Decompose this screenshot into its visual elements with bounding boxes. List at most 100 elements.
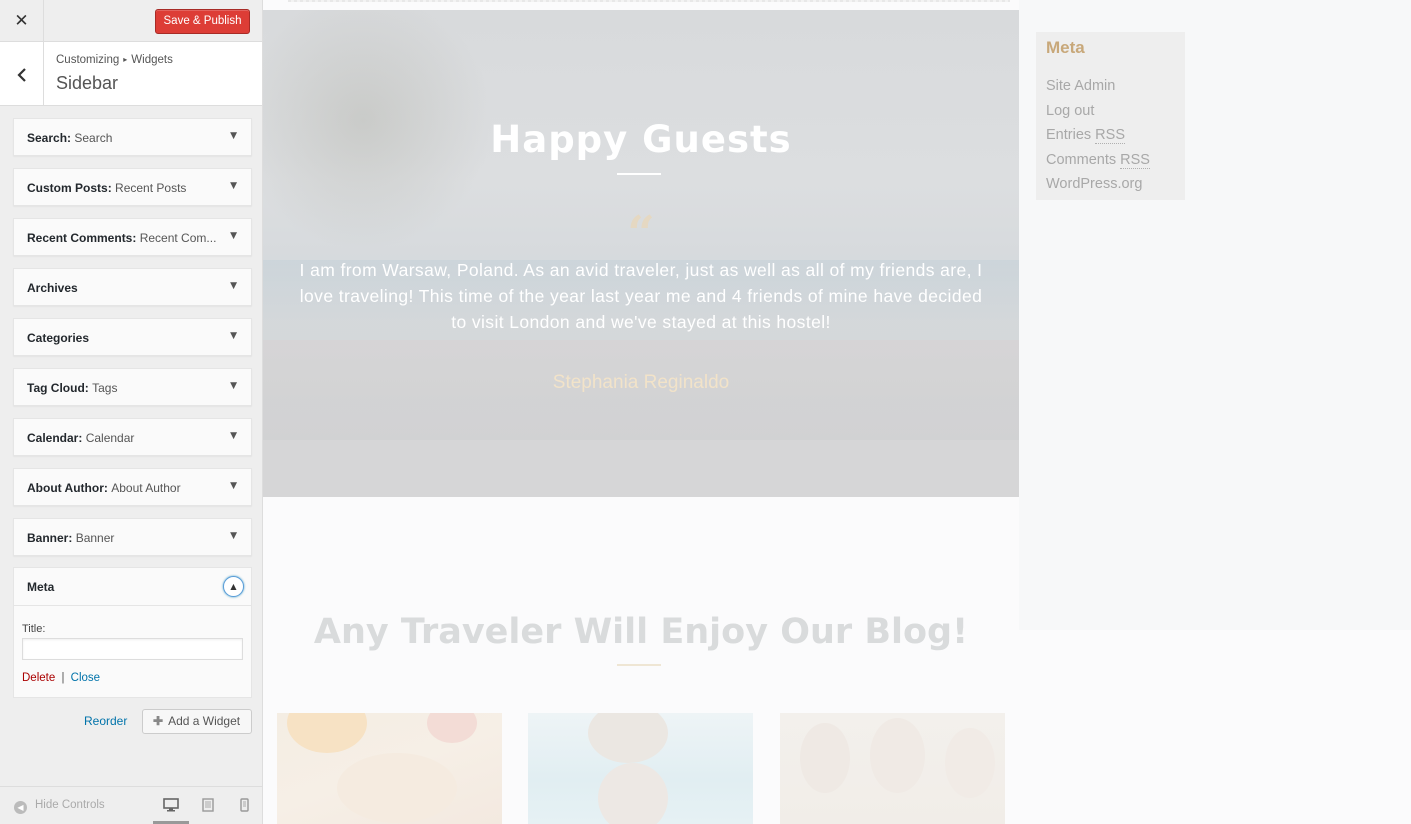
widget-instance-title: Recent Posts [115,181,187,195]
expand-arrow-icon[interactable]: ▼ [230,231,237,241]
add-widget-label: Add a Widget [168,714,241,728]
widget-tag-cloud[interactable]: Tag Cloud: Tags ▼ [13,368,252,406]
meta-links-list: Site Admin Log out Entries RSS Comments RSS… [1046,74,1150,197]
widget-title-colon: : [78,431,86,445]
meta-link-text: Entries [1046,127,1096,143]
collapse-arrow-icon[interactable]: ▲ [223,576,244,597]
widget-type: Custom Posts [27,181,108,195]
widget-categories[interactable]: Categories ▼ [13,318,252,356]
widget-title: Custom Posts: Recent Posts [27,181,186,195]
hide-controls-button[interactable]: ◀ Hide Controls [14,799,105,814]
meta-widget-heading: Meta [1046,38,1085,57]
widget-instance-title: Recent Com... [139,231,217,245]
expand-arrow-icon[interactable]: ▼ [230,131,237,141]
widget-banner[interactable]: Banner: Banner ▼ [13,518,252,556]
widget-title: Calendar: Calendar [27,431,134,445]
widget-search[interactable]: Search: Search ▼ [13,118,252,156]
widget-calendar[interactable]: Calendar: Calendar ▼ [13,418,252,456]
close-link[interactable]: Close [71,672,100,684]
blog-thumbnail-friends[interactable] [780,713,1005,824]
widget-title-colon: : [107,181,116,195]
widget-meta-expanded: Meta ▲ Title: Delete | Close [13,567,252,698]
desktop-preview-icon[interactable] [161,797,181,815]
background-floor [263,440,1019,497]
customizer-controls: ✕ Save & Publish Customizing ▸ Widgets Sid… [0,0,263,824]
widget-title: Categories [27,331,89,345]
widget-type: Recent Comments [27,231,133,245]
testimonials-title: Happy Guests [490,118,792,161]
section-title: Sidebar [56,73,119,93]
widget-type: Search [27,131,68,145]
widget-title: Search: Search [27,131,112,145]
widget-about-author[interactable]: About Author: About Author ▼ [13,468,252,506]
expand-arrow-icon[interactable]: ▼ [230,181,237,191]
widget-title: Recent Comments: Recent Com... [27,231,216,245]
back-arrow-icon[interactable] [0,42,44,105]
widget-type: Archives [27,281,78,295]
meta-link-text: WordPress.org [1046,176,1143,192]
expand-arrow-icon[interactable]: ▼ [230,381,237,391]
close-icon[interactable]: ✕ [0,0,44,42]
reorder-link[interactable]: Reorder [84,714,127,728]
expand-arrow-icon[interactable]: ▼ [230,331,237,341]
meta-link[interactable]: Entries RSS [1046,123,1150,148]
preview-meta-widget: Meta Site Admin Log out Entries RSS Comment… [1036,32,1185,200]
widget-instance-title: Banner [75,531,115,545]
widget-type: Categories [27,331,90,345]
widget-title: Banner: Banner [27,531,114,545]
blog-section-title: Any Traveler Will Enjoy Our Blog! [313,612,969,652]
top-border [288,0,1010,2]
expand-arrow-icon[interactable]: ▼ [230,281,237,291]
widget-archives[interactable]: Archives ▼ [13,268,252,306]
section-header: Customizing ▸ Widgets Sidebar [0,42,262,106]
customizer-footer: ◀ Hide Controls [0,786,262,824]
blog-thumbnail-food[interactable] [277,713,502,824]
meta-link[interactable]: Comments RSS [1046,148,1150,173]
save-publish-button[interactable]: Save & Publish [155,9,250,34]
customizer-header: ✕ Save & Publish [0,0,262,42]
hide-controls-label: Hide Controls [35,799,105,811]
widget-meta-header[interactable]: Meta ▲ [14,568,251,606]
widget-type: Banner [27,531,69,545]
breadcrumb-child: Widgets [131,54,173,66]
collapse-circle-icon: ◀ [14,801,27,814]
widget-instance-title: Tags [92,381,118,395]
tablet-preview-icon[interactable] [198,797,218,815]
plus-icon: ✚ [153,714,164,728]
title-input[interactable] [22,638,243,660]
title-underline [617,173,661,175]
breadcrumb: Customizing ▸ Widgets [56,54,173,66]
widget-instance-title: Search [74,131,113,145]
widget-title: Tag Cloud: Tags [27,381,117,395]
quote-icon: “ [627,206,655,262]
widget-meta-title: Meta [27,580,55,594]
widget-custom-posts[interactable]: Custom Posts: Recent Posts ▼ [13,168,252,206]
add-widget-button[interactable]: ✚ Add a Widget [142,709,252,734]
testimonials-section: Happy Guests “ I am from Warsaw, Poland.… [263,10,1019,497]
meta-link[interactable]: Site Admin [1046,74,1150,99]
widget-title-colon: : [132,231,140,245]
widget-type: Calendar [27,431,79,445]
testimonial-quote: I am from Warsaw, Poland. As an avid tra… [299,260,983,332]
site-preview: Happy Guests “ I am from Warsaw, Poland.… [263,0,1411,824]
widget-actions: Delete | Close [22,672,100,684]
blog-thumbnail-beach[interactable] [528,713,753,824]
widget-type: Tag Cloud [27,381,85,395]
title-field-label: Title: [22,623,46,635]
meta-link[interactable]: WordPress.org [1046,172,1150,197]
widget-title: Archives [27,281,78,295]
expand-arrow-icon[interactable]: ▼ [230,431,237,441]
meta-link-text: Comments [1046,151,1121,168]
meta-link[interactable]: Log out [1046,99,1150,124]
mobile-preview-icon[interactable] [234,797,254,815]
expand-arrow-icon[interactable]: ▼ [230,481,237,491]
widget-instance-title: About Author [111,481,181,495]
breadcrumb-root: Customizing [56,54,120,66]
widget-recent-comments[interactable]: Recent Comments: Recent Com... ▼ [13,218,252,256]
widget-title-colon: : [68,531,76,545]
meta-link-abbr: RSS [1095,127,1125,144]
expand-arrow-icon[interactable]: ▼ [230,531,237,541]
delete-link[interactable]: Delete [22,672,55,684]
actions-separator: | [61,672,65,684]
widget-title: About Author: About Author [27,481,181,495]
